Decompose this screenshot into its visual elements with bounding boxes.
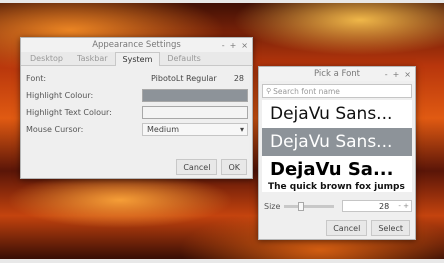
font-list-item-selected[interactable]: DejaVu Sans...	[262, 128, 412, 156]
highlight-colour-button[interactable]	[142, 89, 248, 102]
highlight-colour-label: Highlight Colour:	[26, 91, 94, 100]
mouse-cursor-value: Medium	[147, 125, 179, 134]
size-spinbox[interactable]: 28 - +	[342, 200, 412, 212]
top-frame	[0, 0, 444, 3]
cancel-button[interactable]: Cancel	[176, 159, 218, 175]
tab-desktop[interactable]: Desktop	[23, 52, 70, 65]
tab-system[interactable]: System	[114, 52, 161, 66]
size-slider[interactable]	[284, 201, 334, 211]
mouse-cursor-label: Mouse Cursor:	[26, 125, 84, 134]
search-placeholder: Search font name	[273, 86, 340, 96]
pick-font-dialog: Pick a Font - + × ⚲ Search font name Dej…	[258, 66, 416, 240]
font-list-item[interactable]: DejaVu Sans...	[262, 100, 412, 128]
minimize-icon[interactable]: -	[222, 41, 225, 50]
spin-down-icon[interactable]: -	[398, 202, 401, 210]
tab-bar: Desktop Taskbar System Defaults	[21, 52, 252, 66]
appearance-title: Appearance Settings	[92, 40, 181, 50]
font-cancel-button[interactable]: Cancel	[326, 220, 368, 236]
font-name: PibotoLt Regular	[151, 74, 217, 83]
size-label: Size	[264, 201, 281, 211]
font-search-input[interactable]: ⚲ Search font name	[262, 84, 412, 98]
highlight-colour-row: Highlight Colour:	[26, 87, 248, 104]
font-size: 28	[233, 74, 244, 83]
font-row: Font: PibotoLt Regular 28	[26, 70, 248, 87]
maximize-icon[interactable]: +	[393, 70, 400, 79]
font-list: DejaVu Sans... DejaVu Sans... DejaVu Sa.…	[262, 100, 412, 192]
tab-defaults[interactable]: Defaults	[160, 52, 207, 65]
font-list-item[interactable]: DejaVu Sa...	[262, 156, 412, 182]
highlight-text-colour-label: Highlight Text Colour:	[26, 108, 112, 117]
appearance-settings-window: Appearance Settings - + × Desktop Taskba…	[20, 37, 253, 179]
pick-font-title: Pick a Font	[313, 69, 360, 79]
ok-button[interactable]: OK	[221, 159, 247, 175]
bottom-frame	[0, 259, 444, 263]
mouse-cursor-row: Mouse Cursor: Medium ▾	[26, 121, 248, 138]
font-sample-text: The quick brown fox jumps	[262, 182, 412, 192]
size-row: Size 28 - +	[264, 200, 412, 212]
close-icon[interactable]: ×	[241, 41, 248, 50]
minimize-icon[interactable]: -	[385, 70, 388, 79]
size-value: 28	[379, 201, 390, 211]
size-slider-handle[interactable]	[298, 201, 304, 211]
chevron-down-icon: ▾	[239, 125, 244, 134]
highlight-text-colour-button[interactable]	[142, 106, 248, 119]
font-label: Font:	[26, 74, 47, 83]
pick-font-titlebar[interactable]: Pick a Font - + ×	[259, 67, 415, 81]
mouse-cursor-select[interactable]: Medium ▾	[142, 123, 248, 136]
maximize-icon[interactable]: +	[230, 41, 237, 50]
font-picker-button[interactable]: PibotoLt Regular 28	[142, 72, 248, 85]
close-icon[interactable]: ×	[404, 70, 411, 79]
highlight-text-colour-row: Highlight Text Colour:	[26, 104, 248, 121]
font-select-button[interactable]: Select	[371, 220, 410, 236]
tab-taskbar[interactable]: Taskbar	[70, 52, 115, 65]
search-icon: ⚲	[266, 87, 272, 95]
spin-up-icon[interactable]: +	[403, 202, 409, 210]
appearance-titlebar[interactable]: Appearance Settings - + ×	[21, 38, 252, 52]
